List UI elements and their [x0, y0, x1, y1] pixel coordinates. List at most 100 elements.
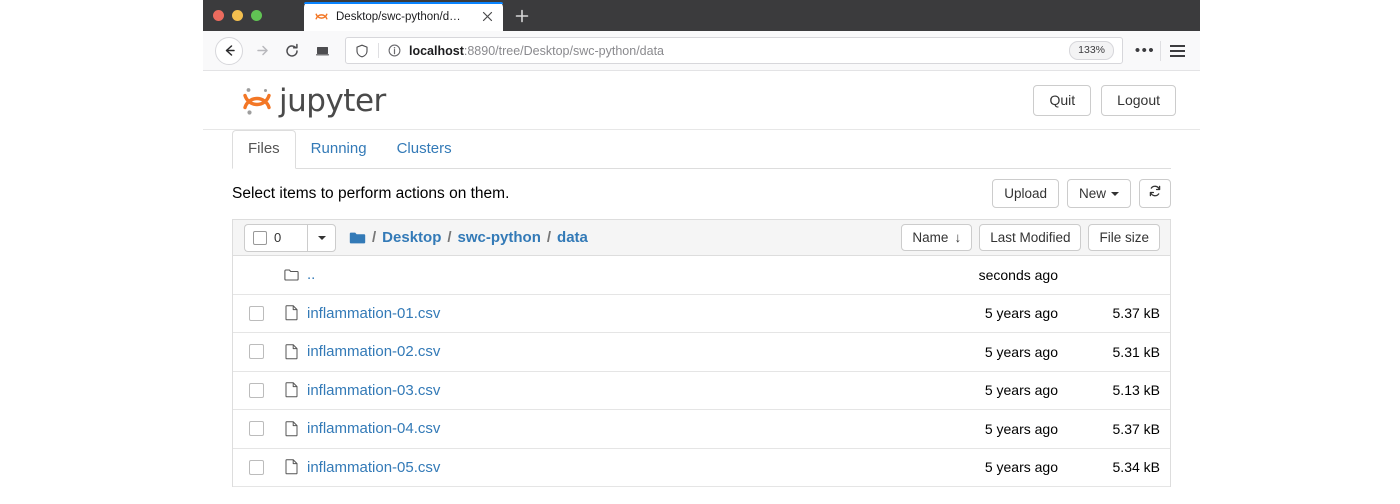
shield-icon[interactable]	[355, 44, 369, 58]
logout-button[interactable]: Logout	[1101, 85, 1176, 116]
table-row[interactable]: inflammation-03.csv 5 years ago 5.13 kB	[233, 372, 1170, 411]
table-row[interactable]: .. seconds ago	[233, 256, 1170, 295]
url-host: localhost	[409, 44, 464, 58]
new-tab-icon[interactable]	[513, 7, 531, 25]
sort-buttons: Name ↓ Last Modified File size	[901, 224, 1160, 251]
close-window-button[interactable]	[213, 10, 224, 21]
select-dropdown-button[interactable]	[307, 224, 336, 252]
file-icon	[279, 459, 303, 475]
row-checkbox[interactable]	[249, 383, 264, 398]
file-modified: 5 years ago	[985, 344, 1058, 360]
row-checkbox-cell[interactable]	[233, 383, 279, 398]
breadcrumb-separator: /	[372, 229, 376, 246]
browser-nav-bar: localhost:8890/tree/Desktop/swc-python/d…	[203, 31, 1200, 71]
quit-button[interactable]: Quit	[1033, 85, 1091, 116]
nav-divider	[1160, 41, 1161, 61]
sort-by-name-button[interactable]: Name ↓	[901, 224, 972, 251]
select-all-group: 0	[244, 224, 336, 252]
file-modified: 5 years ago	[985, 421, 1058, 437]
address-bar-divider	[378, 43, 379, 58]
row-checkbox-cell[interactable]	[233, 460, 279, 475]
file-name-link[interactable]: ..	[307, 266, 315, 283]
file-modified: 5 years ago	[985, 305, 1058, 321]
row-checkbox-cell[interactable]	[233, 306, 279, 321]
address-bar[interactable]: localhost:8890/tree/Desktop/swc-python/d…	[345, 37, 1123, 64]
tab-running[interactable]: Running	[296, 131, 382, 168]
row-checkbox[interactable]	[249, 306, 264, 321]
breadcrumb: / Desktop / swc-python / data	[349, 229, 588, 246]
file-name-link[interactable]: inflammation-01.csv	[307, 305, 440, 322]
tab-active-indicator	[304, 2, 503, 4]
tab-files[interactable]: Files	[232, 130, 296, 169]
refresh-button[interactable]	[1139, 179, 1171, 208]
jupyter-tabs: Files Running Clusters	[232, 130, 1171, 169]
file-size: 5.31 kB	[1113, 344, 1160, 360]
chevron-down-icon	[318, 236, 326, 240]
hamburger-menu-icon[interactable]	[1164, 40, 1190, 62]
file-modified: 5 years ago	[985, 382, 1058, 398]
file-name-link[interactable]: inflammation-02.csv	[307, 343, 440, 360]
file-name-link[interactable]: inflammation-05.csv	[307, 459, 440, 476]
select-all-checkbox[interactable]	[253, 231, 267, 245]
table-row[interactable]: inflammation-04.csv 5 years ago 5.37 kB	[233, 410, 1170, 449]
maximize-window-button[interactable]	[251, 10, 262, 21]
file-name-link[interactable]: inflammation-04.csv	[307, 420, 440, 437]
breadcrumb-item-desktop[interactable]: Desktop	[382, 229, 441, 246]
file-modified: 5 years ago	[985, 459, 1058, 475]
file-name-link[interactable]: inflammation-03.csv	[307, 382, 440, 399]
upload-button[interactable]: Upload	[992, 179, 1059, 208]
file-size: 5.37 kB	[1113, 305, 1160, 321]
more-options-icon[interactable]: •••	[1133, 41, 1157, 61]
minimize-window-button[interactable]	[232, 10, 243, 21]
breadcrumb-item-data[interactable]: data	[557, 229, 588, 246]
forward-arrow-icon[interactable]	[251, 40, 273, 62]
browser-tab[interactable]: Desktop/swc-python/data/	[304, 2, 503, 31]
tab-title: Desktop/swc-python/data/	[336, 11, 462, 23]
new-button-label: New	[1079, 180, 1106, 207]
action-row: Select items to perform actions on them.…	[232, 169, 1171, 219]
zoom-level-badge[interactable]: 133%	[1069, 41, 1114, 60]
jupyter-favicon-icon	[314, 9, 329, 24]
row-checkbox[interactable]	[249, 344, 264, 359]
browser-window: Desktop / swc-python / data /	[203, 0, 1200, 503]
table-row[interactable]: inflammation-01.csv 5 years ago 5.37 kB	[233, 295, 1170, 334]
table-row[interactable]: inflammation-05.csv 5 years ago 5.34 kB	[233, 449, 1170, 488]
folder-outline-icon	[279, 268, 303, 282]
selected-count: 0	[274, 230, 281, 245]
sort-by-file-size-button[interactable]: File size	[1088, 224, 1160, 251]
browser-tab-strip: Desktop/swc-python/data/	[203, 0, 1200, 31]
window-controls	[213, 10, 262, 21]
jupyter-page: jupyter Quit Logout Files Running Cluste…	[203, 71, 1200, 504]
sort-by-last-modified-button[interactable]: Last Modified	[979, 224, 1081, 251]
row-checkbox[interactable]	[249, 421, 264, 436]
file-modified: seconds ago	[979, 267, 1058, 283]
action-buttons: Upload New	[992, 179, 1171, 208]
info-icon[interactable]	[388, 44, 401, 57]
sort-down-arrow-icon: ↓	[954, 225, 961, 250]
jupyter-content: Files Running Clusters Select items to p…	[232, 130, 1171, 487]
row-checkbox[interactable]	[249, 460, 264, 475]
row-checkbox-cell[interactable]	[233, 421, 279, 436]
tab-clusters[interactable]: Clusters	[382, 131, 467, 168]
breadcrumb-item-swc-python[interactable]: swc-python	[458, 229, 541, 246]
breadcrumb-separator: /	[447, 229, 451, 246]
folder-icon[interactable]	[349, 231, 366, 245]
new-button[interactable]: New	[1067, 179, 1131, 208]
file-icon	[279, 421, 303, 437]
back-arrow-icon[interactable]	[215, 37, 243, 65]
jupyter-header: jupyter Quit Logout	[203, 71, 1200, 130]
reader-view-icon[interactable]	[311, 40, 333, 62]
select-all-button[interactable]: 0	[244, 224, 307, 252]
selection-message: Select items to perform actions on them.	[232, 185, 509, 203]
header-buttons: Quit Logout	[1033, 85, 1176, 116]
jupyter-logo[interactable]: jupyter	[240, 81, 386, 121]
reload-icon[interactable]	[281, 40, 303, 62]
breadcrumb-separator: /	[547, 229, 551, 246]
table-row[interactable]: inflammation-02.csv 5 years ago 5.31 kB	[233, 333, 1170, 372]
jupyter-logo-text: jupyter	[279, 83, 386, 119]
file-size: 5.34 kB	[1113, 459, 1160, 475]
row-checkbox-cell[interactable]	[233, 344, 279, 359]
file-icon	[279, 344, 303, 360]
file-size: 5.37 kB	[1113, 421, 1160, 437]
close-tab-icon[interactable]	[481, 10, 494, 23]
